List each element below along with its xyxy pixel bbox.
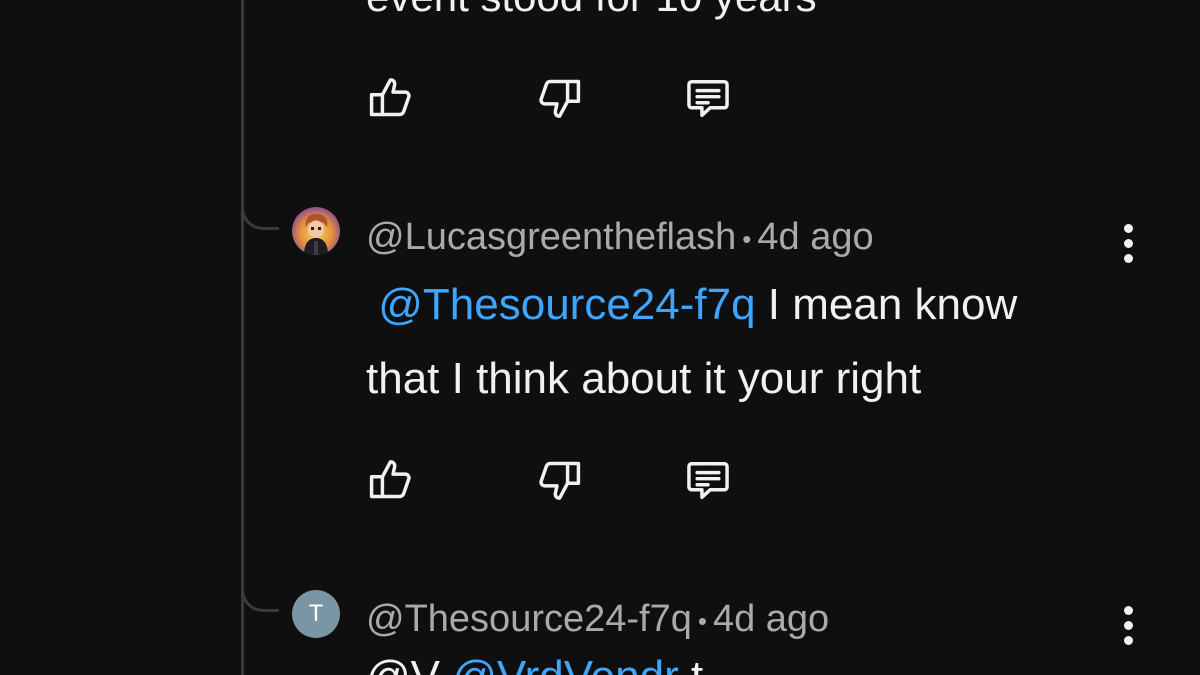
like-button[interactable] <box>362 452 418 508</box>
comment-text-tail: t <box>691 652 703 675</box>
separator-dot: • <box>742 223 752 254</box>
mention-link[interactable]: @Thesource24-f7q <box>378 280 755 329</box>
comment-text-start: @V <box>366 652 440 675</box>
reply-actions <box>362 452 736 508</box>
thumbs-down-icon <box>539 79 581 118</box>
comment-header: @Thesource24-f7q • 4d ago <box>366 597 829 643</box>
author-name[interactable]: @Lucasgreentheflash <box>366 216 736 258</box>
comment-icon <box>687 462 729 500</box>
author-name[interactable]: @Thesource24-f7q <box>366 598 692 640</box>
top-comment-text: event stood for 10 years <box>366 0 817 20</box>
comment-header: @Lucasgreentheflash • 4d ago <box>366 215 874 261</box>
thumbs-up-icon <box>369 460 411 499</box>
comment-text: @V @VrdVendr t <box>366 652 703 675</box>
more-vertical-icon <box>1123 223 1133 233</box>
more-options-button[interactable] <box>1108 215 1148 271</box>
mention-link[interactable]: @VrdVendr <box>452 652 679 675</box>
timestamp[interactable]: 4d ago <box>757 216 873 258</box>
avatar[interactable]: T <box>292 590 340 638</box>
thread-line <box>241 0 244 675</box>
thumbs-down-icon <box>539 461 581 500</box>
comment-text-line2: that I think about it your right <box>366 354 922 403</box>
reply-button[interactable] <box>680 452 736 508</box>
thumbs-up-icon <box>369 78 411 117</box>
dislike-button[interactable] <box>532 70 588 126</box>
thread-branch <box>241 584 279 612</box>
dislike-button[interactable] <box>532 452 588 508</box>
comment-text-line1: I mean know <box>755 280 1018 329</box>
comment-thread: event stood for 10 years <box>0 0 1200 675</box>
avatar[interactable] <box>292 207 340 255</box>
comment-icon <box>687 80 729 118</box>
reply-button[interactable] <box>680 70 736 126</box>
top-comment-actions <box>362 70 736 126</box>
like-button[interactable] <box>362 70 418 126</box>
timestamp[interactable]: 4d ago <box>713 598 829 640</box>
comment-text: @Thesource24-f7q I mean know that I thin… <box>366 268 1126 416</box>
thread-branch <box>241 202 279 230</box>
more-vertical-icon <box>1123 605 1133 615</box>
avatar-image <box>292 207 340 255</box>
separator-dot: • <box>697 605 707 636</box>
more-options-button[interactable] <box>1108 597 1148 653</box>
